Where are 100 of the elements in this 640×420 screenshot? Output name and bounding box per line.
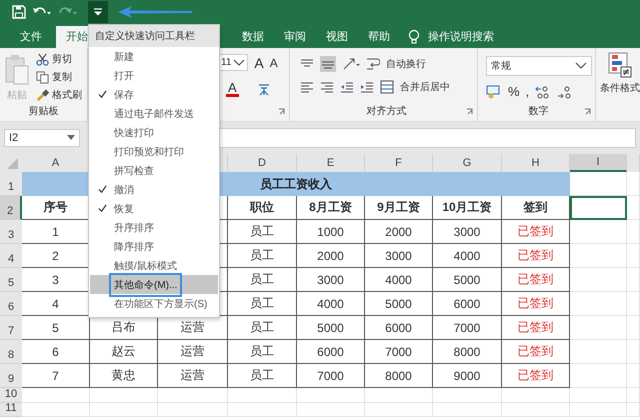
menu-item[interactable]: 撤消 [90,180,218,199]
row-header[interactable]: 3 [0,220,22,244]
row-header[interactable]: 4 [0,244,22,268]
menu-item[interactable]: 通过电子邮件发送 [90,104,218,123]
empty-cell [365,403,433,417]
merge-center-button[interactable]: 合并后居中 [400,80,450,94]
menu-item[interactable]: 恢复 [90,199,218,218]
shrink-font-button[interactable]: A [270,56,278,70]
accounting-format-icon[interactable] [486,84,502,98]
align-left-icon[interactable] [300,80,314,94]
copy-icon[interactable] [36,70,49,84]
text-orientation-icon[interactable] [342,57,360,71]
comma-style-button[interactable]: , [526,84,530,99]
customize-dropdown-icon[interactable] [88,1,108,23]
copy-button[interactable]: 复制 [52,70,72,84]
caret-icon [233,58,246,66]
empty-cell [297,403,365,417]
column-header[interactable]: A [22,154,90,172]
row-header[interactable]: 10 [0,388,22,403]
table-cell: 员工 [228,220,297,244]
column-header[interactable]: H [502,154,570,172]
menu-item[interactable]: 升序排序 [90,218,218,237]
row-header[interactable]: 1 [0,172,22,196]
table-cell: 已签到 [502,268,570,292]
align-right-icon[interactable] [320,80,334,94]
table-cell: 运营 [158,340,228,364]
name-box[interactable]: I2 [4,129,80,147]
menu-item[interactable]: 快速打印 [90,123,218,142]
table-cell: 赵云 [90,340,158,364]
table-cell: 7000 [433,316,502,340]
increase-indent-icon[interactable] [360,80,374,94]
empty-cell [570,316,627,340]
row-header[interactable]: 6 [0,292,22,316]
empty-cell [570,364,627,388]
table-cell: 员工 [228,292,297,316]
wrap-text-button[interactable]: 自动换行 [386,57,426,71]
font-color-button[interactable]: A [226,81,239,97]
ribbon-tab[interactable]: 数据 [232,26,274,48]
table-cell: 员工 [228,340,297,364]
menu-item[interactable]: 保存 [90,85,218,104]
table-cell: 7000 [297,364,365,388]
ribbon-tab[interactable]: 文件 [10,26,52,48]
menu-item[interactable]: 新建 [90,47,218,66]
ribbon-tab[interactable]: 帮助 [358,26,400,48]
tell-me-search[interactable]: 操作说明搜索 [428,26,494,48]
table-cell: 已签到 [502,364,570,388]
ribbon-tab[interactable]: 审阅 [274,26,316,48]
dialog-launcher-icon[interactable] [278,108,286,116]
row-header[interactable]: 8 [0,340,22,364]
increase-decimal-icon[interactable] [535,84,552,98]
grow-font-button[interactable]: A [254,54,264,70]
menu-item[interactable]: 降序排序 [90,237,218,256]
table-cell: 2000 [297,244,365,268]
ribbon-tab[interactable]: 视图 [316,26,358,48]
conditional-formatting-icon[interactable] [608,52,632,78]
row-header[interactable]: 5 [0,268,22,292]
menu-item[interactable]: 打开 [90,66,218,85]
empty-cell [627,268,640,292]
group-label: 数字 [528,104,548,118]
column-header[interactable]: D [228,154,297,172]
menu-item[interactable]: 在功能区下方显示(S) [90,294,218,313]
table-cell: 6 [22,340,90,364]
empty-cell [627,196,640,220]
font-size-dropdown[interactable]: 11 [218,54,248,71]
percent-style-button[interactable]: % [508,84,520,99]
column-header[interactable]: G [433,154,502,172]
empty-cell [570,220,627,244]
dialog-launcher-icon[interactable] [466,108,474,116]
number-format-dropdown[interactable]: 常规 [486,56,592,76]
column-header[interactable]: I [570,154,627,172]
wrap-text-icon[interactable] [366,57,380,71]
empty-cell [297,388,365,403]
lightbulb-icon[interactable] [408,29,420,45]
menu-item[interactable]: 其他命令(M)... [90,275,218,294]
menu-item[interactable]: 触摸/鼠标模式 [90,256,218,275]
check-icon [98,204,106,213]
column-header[interactable]: F [365,154,433,172]
phonetic-guide-icon[interactable] [256,82,271,96]
table-cell: 6000 [433,292,502,316]
decrease-decimal-icon[interactable] [557,84,574,98]
empty-cell [365,388,433,403]
format-painter-icon[interactable] [36,88,49,102]
column-header[interactable]: E [297,154,365,172]
row-header[interactable]: 7 [0,316,22,340]
empty-cell [433,388,502,403]
cut-button[interactable]: 剪切 [52,52,72,66]
conditional-formatting-button[interactable]: 条件格式 [600,81,640,95]
merge-center-icon[interactable] [380,80,394,94]
dialog-launcher-icon[interactable] [584,108,592,116]
save-icon[interactable] [12,5,26,19]
row-header[interactable]: 2 [0,196,22,220]
empty-cell [570,244,627,268]
format-painter-button[interactable]: 格式刷 [52,88,82,102]
decrease-indent-icon[interactable] [340,80,354,94]
row-header[interactable]: 11 [0,403,22,417]
menu-item[interactable]: 打印预览和打印 [90,142,218,161]
align-middle-icon[interactable] [320,56,336,72]
table-cell: 3000 [433,220,502,244]
row-header[interactable]: 9 [0,364,22,388]
scissors-icon[interactable] [36,52,49,66]
